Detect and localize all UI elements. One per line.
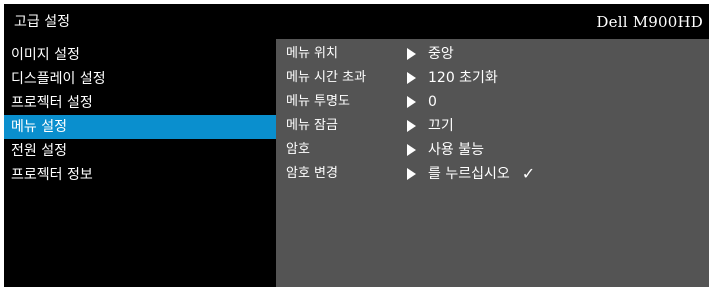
setting-label: 메뉴 투명도 [286, 94, 350, 109]
title-bar: 고급 설정 Dell M900HD [4, 4, 709, 39]
sidebar-item-projector-info[interactable]: 프로젝터 정보 [4, 163, 276, 187]
settings-panel: 메뉴 위치 중앙 메뉴 시간 초과 120 초기화 메뉴 투명도 0 메뉴 잠금… [276, 39, 709, 287]
setting-value: 120 초기화 [428, 70, 498, 86]
sidebar-item-power-settings[interactable]: 전원 설정 [4, 139, 276, 163]
right-triangle-icon [407, 168, 416, 180]
setting-row-change-password[interactable]: 암호 변경 를 누르십시오 ✓ [276, 162, 709, 186]
setting-label: 메뉴 위치 [286, 46, 338, 61]
right-triangle-icon [407, 120, 416, 132]
osd-menu-window: 고급 설정 Dell M900HD 이미지 설정 디스플레이 설정 프로젝터 설… [4, 4, 709, 287]
sidebar-item-image-settings[interactable]: 이미지 설정 [4, 43, 276, 67]
setting-value-text: 를 누르십시오 [428, 166, 510, 182]
setting-value: 중앙 [428, 46, 454, 62]
sidebar-item-label: 디스플레이 설정 [11, 71, 106, 87]
sidebar-item-label: 메뉴 설정 [11, 119, 67, 135]
setting-value: 사용 불능 [428, 142, 484, 158]
sidebar-item-projector-settings[interactable]: 프로젝터 설정 [4, 91, 276, 115]
setting-row-menu-position[interactable]: 메뉴 위치 중앙 [276, 42, 709, 66]
sidebar-item-display-settings[interactable]: 디스플레이 설정 [4, 67, 276, 91]
setting-value: 를 누르십시오 ✓ [428, 165, 535, 183]
setting-row-menu-lock[interactable]: 메뉴 잠금 끄기 [276, 114, 709, 138]
sidebar-item-label: 전원 설정 [11, 143, 67, 159]
menu-title: 고급 설정 [14, 14, 70, 30]
sidebar-item-label: 이미지 설정 [11, 47, 80, 63]
sidebar-item-menu-settings[interactable]: 메뉴 설정 [4, 115, 276, 139]
setting-row-menu-timeout[interactable]: 메뉴 시간 초과 120 초기화 [276, 66, 709, 90]
right-triangle-icon [407, 144, 416, 156]
setting-row-menu-transparency[interactable]: 메뉴 투명도 0 [276, 90, 709, 114]
brand-model: Dell M900HD [596, 13, 703, 31]
sidebar-item-label: 프로젝터 정보 [11, 167, 93, 183]
setting-value: 끄기 [428, 118, 454, 134]
setting-label: 메뉴 시간 초과 [286, 70, 367, 85]
sidebar: 이미지 설정 디스플레이 설정 프로젝터 설정 메뉴 설정 전원 설정 프로젝터… [4, 39, 276, 287]
right-triangle-icon [407, 48, 416, 60]
right-triangle-icon [407, 96, 416, 108]
setting-row-password[interactable]: 암호 사용 불능 [276, 138, 709, 162]
setting-value: 0 [428, 94, 437, 110]
setting-label: 메뉴 잠금 [286, 118, 338, 133]
sidebar-item-label: 프로젝터 설정 [11, 95, 93, 111]
setting-label: 암호 변경 [286, 166, 338, 181]
check-icon: ✓ [521, 164, 536, 183]
right-triangle-icon [407, 72, 416, 84]
setting-label: 암호 [286, 142, 310, 157]
